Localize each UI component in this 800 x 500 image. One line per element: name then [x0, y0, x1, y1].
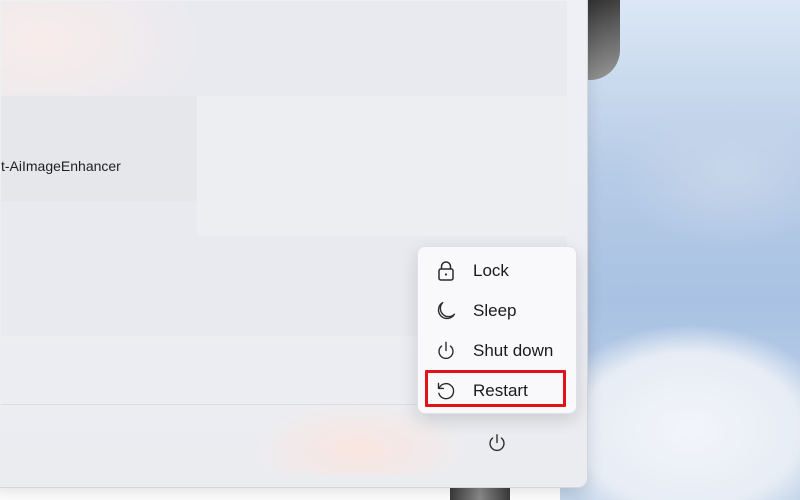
- power-item-label: Shut down: [473, 341, 554, 360]
- start-menu: t-AiImageEnhancer: [0, 0, 588, 488]
- power-item-restart[interactable]: Restart: [426, 372, 568, 410]
- power-item-label: Restart: [473, 381, 528, 400]
- power-item-sleep[interactable]: Sleep: [426, 292, 568, 330]
- app-tile[interactable]: [1, 96, 197, 201]
- power-options-menu: Lock Sleep Shut down Restart: [417, 246, 577, 414]
- power-icon: [434, 339, 458, 363]
- restart-icon: [434, 379, 458, 403]
- recommended-area: [197, 96, 567, 236]
- lock-icon: [434, 259, 458, 283]
- power-item-lock[interactable]: Lock: [426, 252, 568, 290]
- power-icon: [489, 434, 505, 452]
- moon-icon: [434, 299, 458, 323]
- power-item-shutdown[interactable]: Shut down: [426, 332, 568, 370]
- power-item-label: Sleep: [473, 301, 517, 320]
- power-item-label: Lock: [473, 261, 509, 280]
- wallpaper-rock-bottom: [450, 486, 510, 500]
- app-tile-label: t-AiImageEnhancer: [1, 158, 121, 174]
- power-button[interactable]: [484, 430, 510, 456]
